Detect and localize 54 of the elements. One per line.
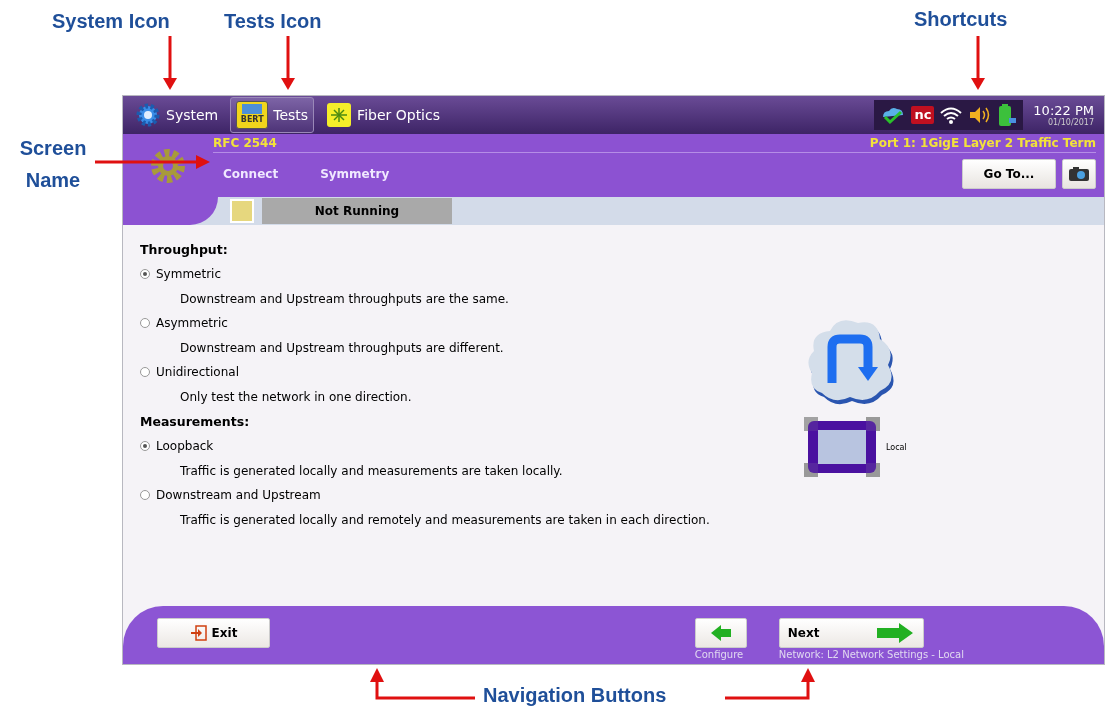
- next-caption: Network: L2 Network Settings - Local: [778, 649, 964, 660]
- section-heading: Throughput:: [140, 241, 229, 259]
- annotation-label: Shortcuts: [914, 8, 1008, 31]
- radio-button[interactable]: [140, 367, 150, 377]
- wifi-icon[interactable]: [939, 105, 964, 125]
- right-arrow-icon: [874, 622, 915, 644]
- clock-time: 10:22 PM: [1033, 103, 1094, 118]
- option-description: Only test the network in one direction.: [179, 388, 413, 406]
- option-label[interactable]: Asymmetric: [156, 316, 228, 330]
- status-indicator-icon: [230, 199, 254, 223]
- next-button[interactable]: Next: [778, 618, 924, 648]
- camera-icon: [1068, 166, 1090, 182]
- option-description: Traffic is generated locally and measurements are taken locally.: [179, 462, 564, 480]
- annotation-label: System Icon: [52, 10, 170, 33]
- arrow: [971, 36, 985, 90]
- screen-path-item: Symmetry: [320, 167, 390, 181]
- app-tab[interactable]: Fiber Optics: [320, 98, 446, 132]
- arrow: [163, 36, 177, 90]
- option-label[interactable]: Unidirectional: [156, 365, 239, 379]
- back-button[interactable]: [694, 618, 747, 648]
- go-to-button[interactable]: Go To...: [962, 159, 1056, 189]
- radio-button[interactable]: [140, 318, 150, 328]
- app-tab[interactable]: System: [129, 98, 225, 132]
- run-status: Not Running: [262, 198, 452, 224]
- device-icon: [804, 417, 880, 477]
- option-description: Downstream and Upstream throughputs are different.: [179, 339, 505, 357]
- option-label[interactable]: Symmetric: [156, 267, 222, 281]
- screen-path-item: Connect: [223, 167, 279, 181]
- radio-button[interactable]: [140, 269, 150, 279]
- option-description: Downstream and Upstream throughputs are the same.: [179, 290, 510, 308]
- annotation-label: Screen Name: [18, 136, 88, 193]
- annotation-label: Tests Icon: [224, 10, 322, 33]
- device-label: Local: [886, 442, 907, 452]
- camera-button[interactable]: [1062, 159, 1096, 189]
- exit-icon: [189, 624, 208, 642]
- radio-button[interactable]: [140, 490, 150, 500]
- clock-date: 01/10/2017: [1047, 118, 1094, 127]
- battery-icon[interactable]: [997, 103, 1018, 127]
- option-label[interactable]: Loopback: [156, 439, 214, 453]
- starburst-icon: [326, 102, 353, 128]
- port-label: Port 1: 1GigE Layer 2 Traffic Term: [869, 136, 1096, 150]
- arrow: [281, 36, 295, 90]
- annotation-label: Navigation Buttons: [483, 684, 667, 707]
- test-name: RFC 2544: [213, 136, 277, 150]
- option-label[interactable]: Downstream and Upstream: [156, 488, 321, 502]
- section-heading: Measurements:: [140, 413, 251, 431]
- radio-button[interactable]: [140, 441, 150, 451]
- exit-button[interactable]: Exit: [157, 618, 270, 648]
- nc-logo[interactable]: nc: [911, 106, 935, 124]
- bert-icon: BERT: [236, 101, 269, 129]
- option-description: Traffic is generated locally and remotely and measurements are taken in each direction.: [179, 511, 711, 529]
- app-tab[interactable]: BERT Tests: [230, 97, 315, 133]
- gear-icon: [135, 102, 161, 128]
- back-caption: Configure: [694, 649, 744, 660]
